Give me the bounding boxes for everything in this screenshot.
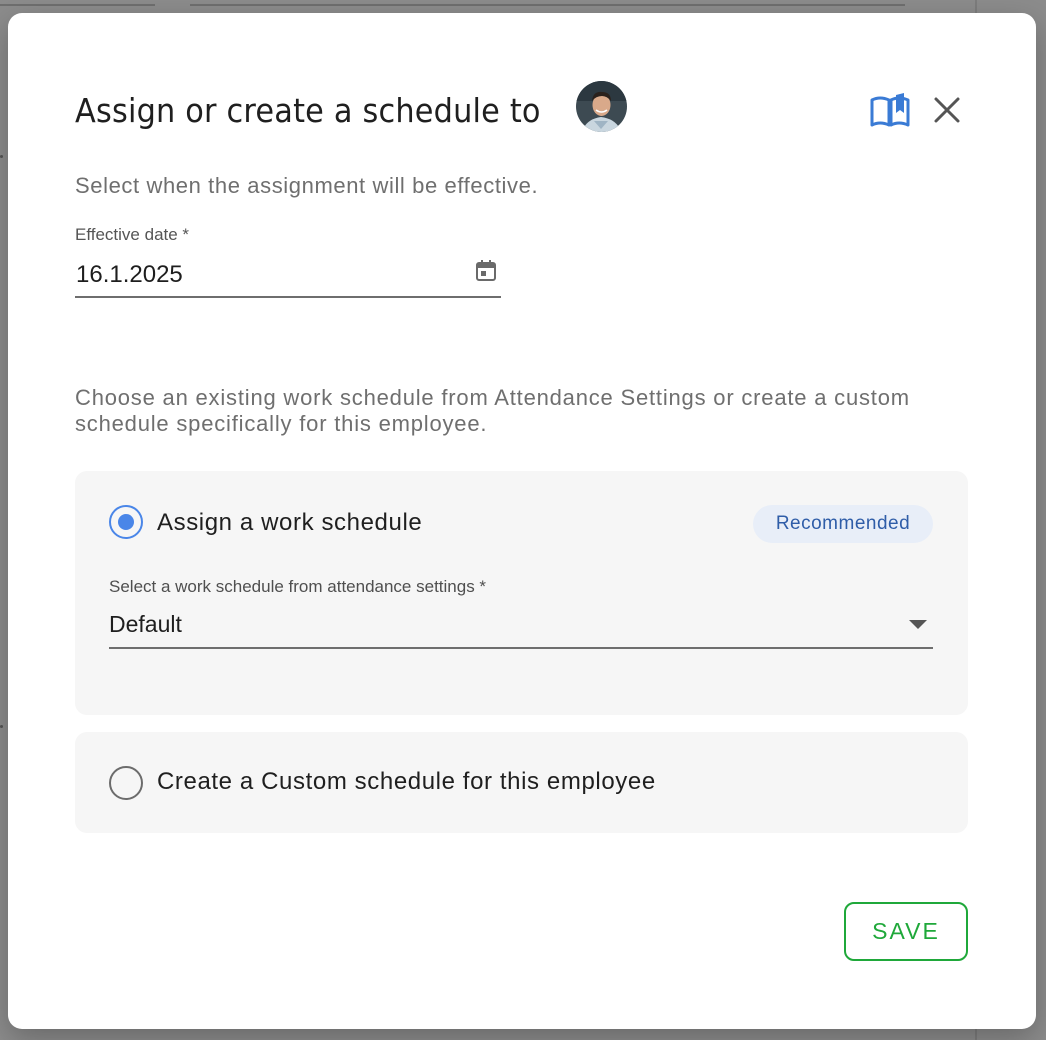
book-open-icon: [870, 93, 910, 127]
backdrop-line: [190, 4, 905, 6]
backdrop-dot: [0, 725, 3, 728]
dialog-title: Assign or create a schedule to: [75, 91, 541, 130]
work-schedule-value: Default: [109, 611, 182, 637]
save-button[interactable]: SAVE: [844, 902, 968, 961]
schedule-description: Choose an existing work schedule from At…: [75, 385, 910, 436]
radio-assign-schedule[interactable]: [109, 505, 143, 539]
backdrop-dot: [0, 155, 3, 158]
option-card-assign: Assign a work schedule Recommended Selec…: [75, 471, 968, 715]
select-schedule-label: Select a work schedule from attendance s…: [109, 577, 487, 596]
assign-schedule-dialog: Assign or create a schedule to Select wh…: [8, 13, 1036, 1029]
option-card-custom: Create a Custom schedule for this employ…: [75, 732, 968, 833]
close-button[interactable]: [928, 91, 966, 129]
backdrop-line: [0, 4, 155, 6]
close-icon: [934, 97, 960, 123]
effective-subtitle: Select when the assignment will be effec…: [75, 173, 539, 198]
recommended-badge: Recommended: [753, 505, 933, 543]
calendar-icon[interactable]: [475, 259, 497, 283]
option-label-custom: Create a Custom schedule for this employ…: [157, 768, 656, 795]
radio-custom-schedule[interactable]: [109, 766, 143, 800]
option-label-assign: Assign a work schedule: [157, 509, 423, 536]
work-schedule-select[interactable]: Default: [109, 603, 933, 649]
employee-avatar: [576, 81, 627, 132]
effective-date-field[interactable]: 16.1.2025: [75, 253, 501, 298]
effective-date-label: Effective date *: [75, 225, 190, 244]
caret-down-icon[interactable]: [909, 620, 927, 629]
help-docs-button[interactable]: [868, 91, 912, 131]
effective-date-value[interactable]: 16.1.2025: [76, 261, 183, 289]
